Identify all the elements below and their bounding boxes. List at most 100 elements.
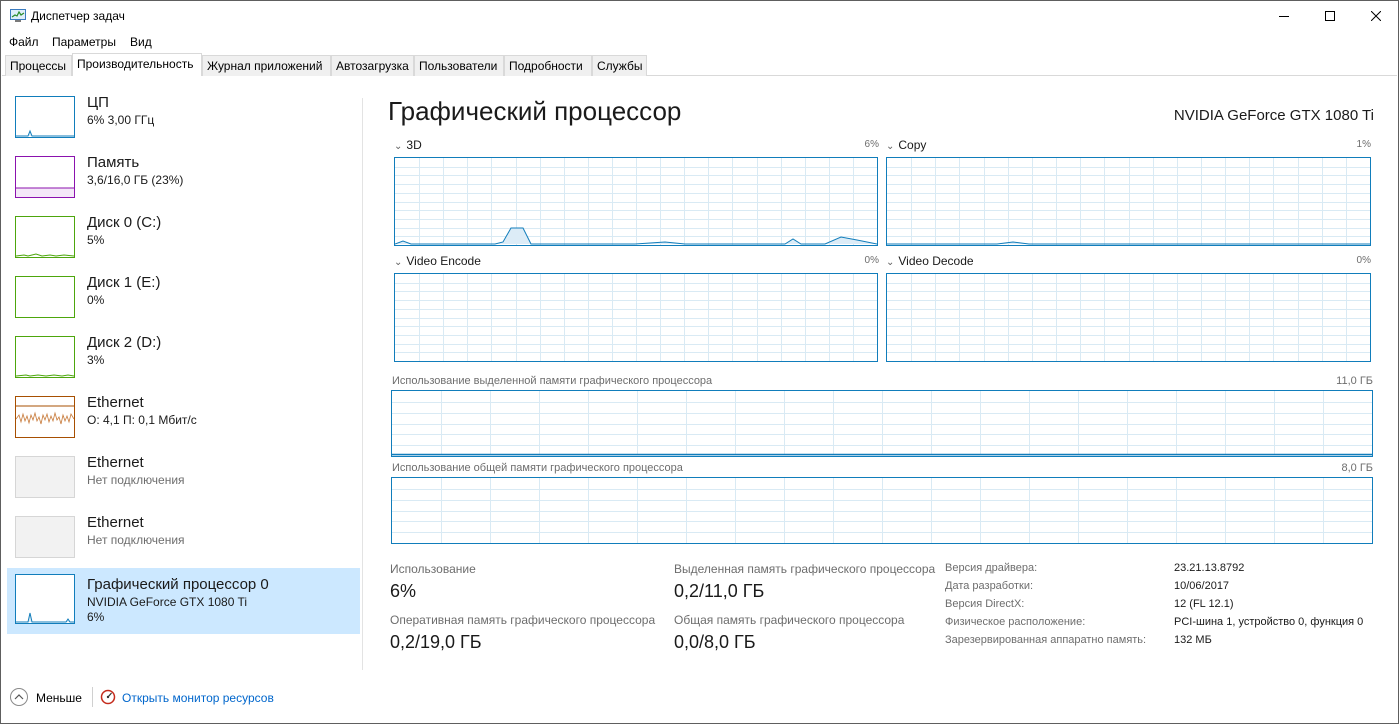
sidebar-item-label: Ethernet — [87, 454, 144, 471]
minimize-icon — [1279, 16, 1289, 17]
sidebar-item-percent: 6% — [87, 610, 105, 624]
reserved-memory-value: 132 МБ — [1174, 634, 1212, 646]
menu-file[interactable]: Файл — [9, 35, 39, 49]
dedicated-memory-label: Использование выделенной памяти графичес… — [392, 375, 713, 387]
ethernet-thumbnail — [15, 396, 75, 438]
performance-panel: ЦП 6% 3,00 ГГц Память 3,6/16,0 ГБ (23%) … — [0, 76, 1399, 724]
fewer-details-label[interactable]: Меньше — [36, 691, 82, 705]
sidebar-item-label: Диск 0 (C:) — [87, 214, 162, 231]
graph-3d — [394, 157, 878, 246]
sidebar-item-value: Нет подключения — [87, 533, 185, 547]
task-manager-icon — [10, 9, 26, 22]
title-bar: Диспетчер задач — [0, 0, 1399, 31]
utilization-value: 6% — [390, 581, 417, 601]
tab-performance[interactable]: Производительность — [72, 53, 202, 76]
sidebar-item-ethernet-2[interactable]: Ethernet Нет подключения — [7, 452, 360, 512]
engine-percent: 0% — [1356, 255, 1371, 266]
graph-dedicated-memory — [391, 390, 1373, 457]
driver-version-value: 23.21.13.8792 — [1174, 562, 1245, 574]
graph-copy-line — [887, 241, 1370, 245]
engine-selector-video-decode[interactable]: ⌄ Video Decode — [886, 254, 974, 268]
fewer-details-button[interactable] — [10, 688, 28, 706]
menu-options[interactable]: Параметры — [52, 35, 116, 49]
tab-bar: Процессы Производительность Журнал прило… — [0, 53, 1399, 76]
close-button[interactable] — [1353, 1, 1399, 31]
engine-label: Video Encode — [406, 254, 481, 268]
engine-percent: 0% — [864, 255, 879, 266]
sidebar-item-label: Диск 2 (D:) — [87, 334, 162, 351]
shared-memory-max: 8,0 ГБ — [1341, 462, 1373, 474]
chevron-down-icon: ⌄ — [886, 257, 895, 268]
sidebar-item-disk2[interactable]: Диск 2 (D:) 3% — [7, 332, 360, 392]
graph-dedicated-memory-line — [392, 453, 1372, 456]
gpu-ram-value: 0,2/19,0 ГБ — [390, 632, 482, 652]
disk2-thumbnail — [15, 336, 75, 378]
sidebar-item-value: 6% 3,00 ГГц — [87, 113, 155, 127]
dedicated-memory-stat-label: Выделенная память графического процессор… — [674, 562, 936, 576]
physical-location-label: Физическое расположение: — [945, 616, 1086, 628]
physical-location-value: PCI-шина 1, устройство 0, функция 0 — [1174, 616, 1364, 628]
driver-version-label: Версия драйвера: — [945, 562, 1038, 574]
driver-date-label: Дата разработки: — [945, 580, 1034, 592]
sidebar-item-ethernet-1[interactable]: Ethernet О: 4,1 П: 0,1 Мбит/с — [7, 392, 360, 452]
sidebar-item-memory[interactable]: Память 3,6/16,0 ГБ (23%) — [7, 152, 360, 212]
graph-grid — [392, 478, 1372, 543]
ethernet-thumbnail — [15, 516, 75, 558]
page-title: Графический процессор — [388, 96, 682, 126]
engine-selector-3d[interactable]: ⌄ 3D — [394, 138, 422, 152]
sidebar-item-cpu[interactable]: ЦП 6% 3,00 ГГц — [7, 92, 360, 152]
minimize-button[interactable] — [1261, 1, 1307, 31]
engine-label: Video Decode — [898, 254, 974, 268]
chevron-down-icon: ⌄ — [394, 141, 403, 152]
gpu-thumbnail — [15, 574, 75, 624]
tab-details[interactable]: Подробности — [504, 55, 592, 76]
disk0-thumbnail — [15, 216, 75, 258]
menu-bar: Файл Параметры Вид — [0, 31, 1399, 53]
tab-startup[interactable]: Автозагрузка — [331, 55, 414, 76]
engine-selector-copy[interactable]: ⌄ Copy — [886, 138, 926, 152]
sidebar-item-disk1[interactable]: Диск 1 (E:) 0% — [7, 272, 360, 332]
sidebar-item-label: Память — [87, 154, 140, 171]
graph-copy — [886, 157, 1371, 246]
close-icon — [1371, 11, 1381, 21]
engine-selector-video-encode[interactable]: ⌄ Video Encode — [394, 254, 481, 268]
cpu-thumbnail — [15, 96, 75, 138]
sidebar-item-value: О: 4,1 П: 0,1 Мбит/с — [87, 413, 197, 427]
sidebar-item-label: Диск 1 (E:) — [87, 274, 161, 291]
window-title: Диспетчер задач — [31, 9, 125, 23]
driver-date-value: 10/06/2017 — [1174, 580, 1230, 592]
reserved-memory-label: Зарезервированная аппаратно память: — [945, 634, 1147, 646]
chevron-up-icon — [14, 694, 24, 700]
panel-divider[interactable] — [362, 98, 363, 670]
sidebar-item-value: 3% — [87, 353, 105, 367]
directx-version-label: Версия DirectX: — [945, 598, 1025, 610]
sidebar-item-gpu0[interactable]: Графический процессор 0 NVIDIA GeForce G… — [7, 568, 360, 634]
shared-memory-stat-label: Общая память графического процессора — [674, 613, 905, 627]
sidebar-item-ethernet-3[interactable]: Ethernet Нет подключения — [7, 512, 360, 572]
graph-grid — [395, 274, 877, 361]
sidebar-item-value: 3,6/16,0 ГБ (23%) — [87, 173, 184, 187]
sidebar-item-value: 5% — [87, 233, 105, 247]
open-resource-monitor-link[interactable]: Открыть монитор ресурсов — [122, 691, 274, 705]
graph-video-encode — [394, 273, 878, 362]
memory-thumbnail — [15, 156, 75, 198]
sidebar-item-disk0[interactable]: Диск 0 (C:) 5% — [7, 212, 360, 272]
sidebar-item-value: NVIDIA GeForce GTX 1080 Ti — [87, 595, 248, 609]
sidebar-item-label: Ethernet — [87, 514, 144, 531]
disk1-thumbnail — [15, 276, 75, 318]
gpu-model-name: NVIDIA GeForce GTX 1080 Ti — [1173, 107, 1374, 124]
chevron-down-icon: ⌄ — [394, 257, 403, 268]
shared-memory-label: Использование общей памяти графического … — [392, 462, 683, 474]
sidebar-item-value: 0% — [87, 293, 105, 307]
resource-monitor-icon[interactable] — [100, 689, 116, 705]
menu-view[interactable]: Вид — [130, 35, 152, 49]
sidebar-item-value: Нет подключения — [87, 473, 185, 487]
tab-processes[interactable]: Процессы — [5, 55, 72, 76]
tab-app-history[interactable]: Журнал приложений — [202, 55, 331, 76]
sidebar-item-label: Графический процессор 0 — [87, 576, 269, 593]
tab-services[interactable]: Службы — [592, 55, 647, 76]
tab-users[interactable]: Пользователи — [414, 55, 504, 76]
graph-3d-line — [395, 227, 877, 245]
footer-divider — [92, 687, 93, 707]
maximize-button[interactable] — [1307, 1, 1353, 31]
